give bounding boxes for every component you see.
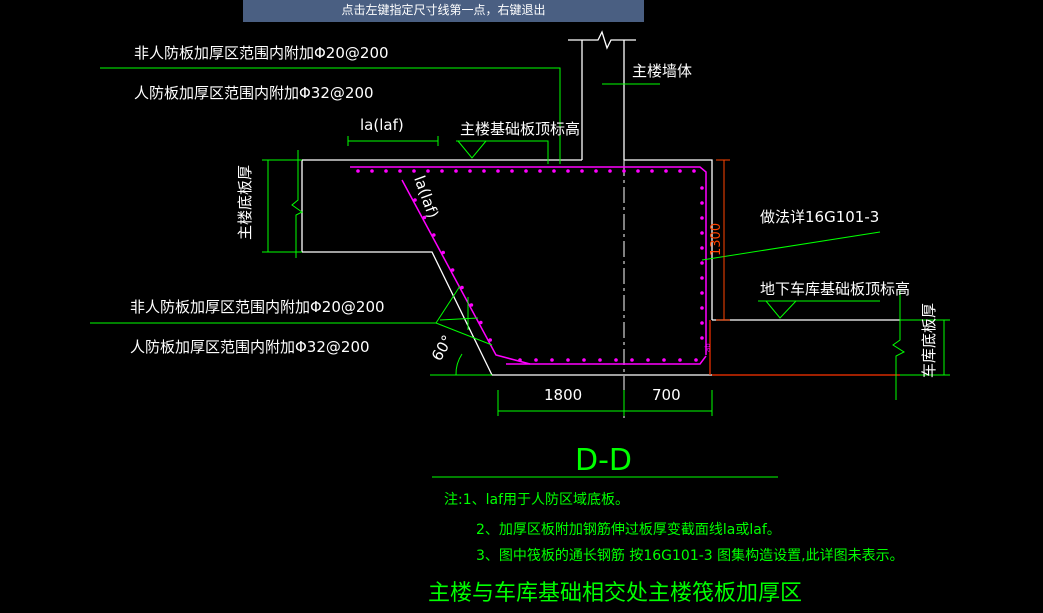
rebar-dot (598, 358, 602, 362)
rebar-dot (479, 320, 483, 325)
leader-method (701, 231, 881, 261)
rebar-dot (566, 358, 570, 362)
rebar-dot (694, 358, 698, 362)
rebar-dot (384, 169, 388, 173)
label-garage-slab-thk: 车库底板厚 (920, 303, 938, 378)
rebar-dot (650, 169, 654, 173)
rebar-dot (692, 169, 696, 173)
note-2: 2、加厚区板附加钢筋伸过板厚变截面线la或laf。 (476, 521, 781, 538)
rebar-dot (700, 201, 704, 205)
label-la-vertical: la(laf) (410, 173, 442, 220)
leader-non-civil-top (100, 67, 561, 164)
rebar-dots (356, 169, 704, 362)
rebar-dot (496, 169, 500, 173)
left-break (291, 150, 303, 258)
rebar-dot (636, 169, 640, 173)
rebar-dot (426, 169, 430, 173)
label-garage-top-elev: 地下车库基础板顶标高 (760, 280, 910, 298)
rebar-dot (398, 169, 402, 173)
rebar-dot (432, 233, 436, 237)
rebar-dot (552, 169, 556, 173)
label-rebar-non-civil-bot: 非人防板加厚区范围内附加Φ20@200 (130, 298, 385, 316)
rebar-dot (454, 169, 458, 173)
rebar-dot (700, 276, 704, 280)
rebar-dot (594, 169, 598, 173)
label-method-ref: 做法详16G101-3 (760, 208, 879, 226)
note-1: 注:1、laf用于人防区域底板。 (444, 492, 629, 508)
wall-break-symbol (568, 30, 636, 50)
detail-drawing: 非人防板加厚区范围内附加Φ20@200 人防板加厚区范围内附加Φ32@200 l… (90, 30, 950, 606)
rebar-dot (460, 285, 464, 290)
rebar-dot (356, 169, 360, 173)
rebar-dot (441, 250, 446, 255)
rebar-dot (664, 169, 668, 173)
rebar-dot (678, 169, 682, 173)
label-la-laf: la(laf) (360, 116, 404, 134)
rebar-dot (510, 169, 514, 173)
rebar-dot (412, 169, 416, 173)
rebar-dot (566, 169, 570, 173)
rebar-dot (700, 261, 704, 265)
rebar-dot (700, 321, 704, 325)
rebar-dot (524, 169, 528, 173)
red-lines (709, 320, 900, 376)
label-main-wall: 主楼墙体 (632, 62, 692, 80)
rebar-dot (440, 169, 444, 173)
top-rebar (350, 166, 707, 355)
label-dim-700: 700 (652, 386, 681, 404)
right-break (892, 290, 906, 400)
rebar-dot (700, 231, 704, 235)
rebar-dot (614, 358, 618, 362)
rebar-dot (550, 358, 554, 362)
rebar-dot (700, 216, 704, 220)
rebar-dot (646, 358, 650, 362)
green-texts: D-D 注:1、laf用于人防区域底板。 2、加厚区板附加钢筋伸过板厚变截面线l… (428, 443, 904, 606)
rebar-dot (450, 268, 455, 272)
note-3: 3、图中筏板的通长钢筋 按16G101-3 图集构造设置,此详图未表示。 (476, 547, 904, 564)
concrete-outline (301, 30, 900, 376)
label-rebar-civil-bot: 人防板加厚区范围内附加Φ32@200 (130, 338, 370, 356)
label-small-mark: ab (704, 343, 712, 352)
label-rebar-non-civil-top: 非人防板加厚区范围内附加Φ20@200 (134, 44, 389, 62)
rebar-dot (370, 169, 374, 173)
label-angle: 60° (428, 332, 457, 364)
elev-triangle-main (457, 140, 487, 159)
angle-arc (455, 353, 463, 376)
rebar-dot (469, 303, 474, 307)
rebar-dot (630, 358, 634, 362)
rebar-dot (518, 358, 522, 362)
rebar-dot (608, 169, 612, 173)
label-rebar-civil-top: 人防板加厚区范围内附加Φ32@200 (134, 84, 374, 102)
white-labels: 非人防板加厚区范围内附加Φ20@200 人防板加厚区范围内附加Φ32@200 l… (130, 44, 938, 404)
rebar-dot (700, 291, 704, 295)
rebar-dot (468, 169, 472, 173)
section-title: D-D (575, 443, 632, 478)
label-dim-1300: 1300 (709, 223, 724, 256)
elev-triangle-garage (765, 300, 797, 319)
rebar-dot (662, 358, 666, 362)
label-main-top-elev: 主楼基础板顶标高 (460, 120, 580, 138)
label-dim-1800: 1800 (544, 386, 582, 404)
rebar-dot (622, 169, 626, 173)
rebar-dot (538, 169, 542, 173)
rebar-dot (413, 198, 417, 202)
rebar-dot (482, 169, 486, 173)
rebar-dot (700, 306, 704, 310)
rebar-dot (678, 358, 682, 362)
label-main-slab-thk: 主楼底板厚 (236, 165, 254, 240)
rebar-dot (700, 246, 704, 250)
rebar-dot (580, 169, 584, 173)
rebar-dot (700, 186, 704, 190)
rebar-dot (582, 358, 586, 362)
rebar-dot (488, 338, 493, 342)
rebar-cage (350, 166, 707, 365)
rebar-dot (700, 336, 704, 340)
rebar-dot (534, 358, 538, 362)
drawing-title: 主楼与车库基础相交处主楼筏板加厚区 (428, 581, 802, 606)
slab-top-right (624, 159, 713, 320)
